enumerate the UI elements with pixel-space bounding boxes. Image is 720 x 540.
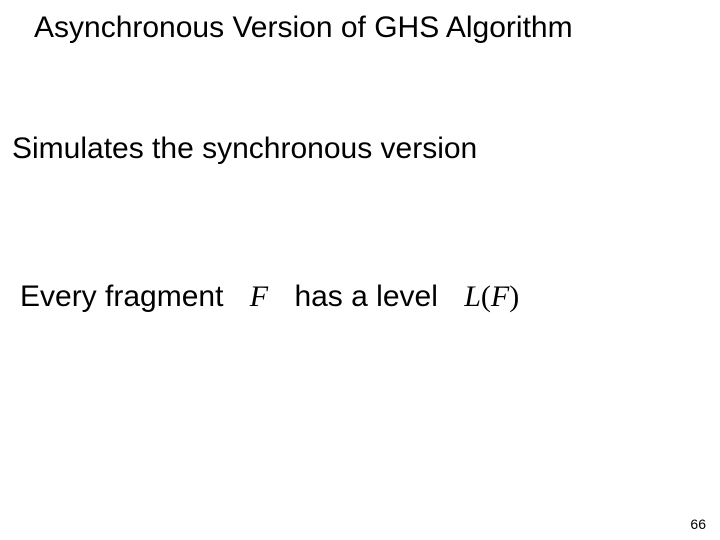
math-func-L: L: [464, 280, 481, 313]
line2-middle: has a level: [294, 280, 437, 313]
math-arg-F: F: [491, 280, 509, 313]
body-line-1: Simulates the synchronous version: [12, 132, 477, 166]
body-line-2: Every fragment F has a level L(F): [20, 280, 519, 314]
math-close-paren: ): [509, 280, 519, 313]
line2-prefix: Every fragment: [20, 280, 223, 313]
slide-title: Asynchronous Version of GHS Algorithm: [34, 10, 700, 46]
page-number: 66: [690, 516, 706, 532]
math-symbol-F: F: [250, 280, 268, 313]
math-open-paren: (: [481, 280, 491, 313]
math-expression-LF: L(F): [464, 280, 519, 313]
slide: Asynchronous Version of GHS Algorithm Si…: [0, 0, 720, 540]
